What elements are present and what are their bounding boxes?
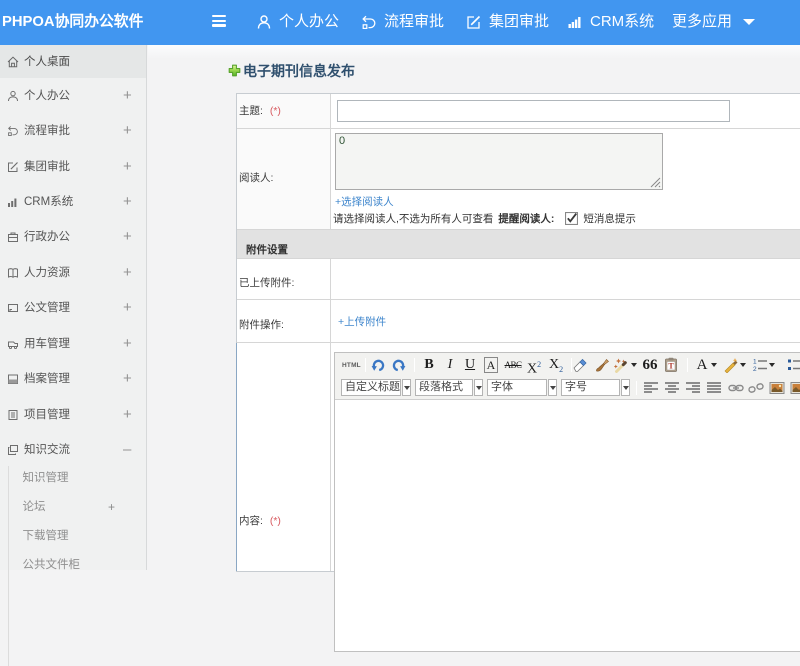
- svg-text:T: T: [668, 362, 674, 371]
- svg-text:2: 2: [753, 366, 757, 373]
- svg-text:1: 1: [753, 359, 757, 366]
